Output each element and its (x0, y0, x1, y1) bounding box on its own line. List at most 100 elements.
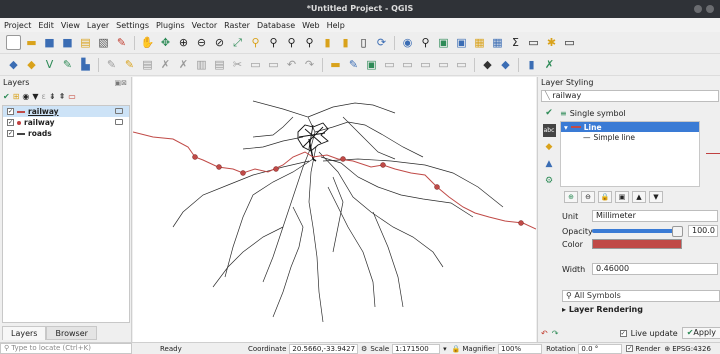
symbology-tab-icon[interactable]: ✔ (543, 107, 556, 120)
undo-icon[interactable]: ↶ (284, 57, 299, 72)
dock-float-icon[interactable]: ▣⊠ (115, 77, 127, 89)
map-tips-icon[interactable]: ✱ (544, 35, 559, 50)
style-manager-icon[interactable]: ✎ (114, 35, 129, 50)
menu-project[interactable]: Project (4, 21, 31, 30)
new-project-icon[interactable] (6, 35, 21, 50)
tab-browser[interactable]: Browser (46, 326, 97, 340)
opacity-slider[interactable] (592, 226, 683, 237)
menu-help[interactable]: Help (327, 21, 345, 30)
duplicate-layer-icon[interactable]: ▣ (615, 191, 629, 203)
measure-icon[interactable]: ▭ (526, 35, 541, 50)
change-label-icon[interactable]: ▭ (454, 57, 469, 72)
render-checkbox[interactable]: ✓ (626, 345, 634, 352)
manage-themes-icon[interactable]: ◉ (22, 92, 29, 101)
layer-labeling-icon[interactable]: ✎ (346, 57, 361, 72)
zoom-last-icon[interactable]: ⚲ (302, 35, 317, 50)
zoom-out-icon[interactable]: ⊖ (194, 35, 209, 50)
grass-tools-icon[interactable]: ✗ (542, 57, 557, 72)
plugin-icon[interactable]: ◆ (480, 57, 495, 72)
symbol-search-input[interactable]: ⚲ All Symbols (562, 290, 720, 302)
zoom-rubberband-icon[interactable]: ⊘ (212, 35, 227, 50)
add-postgis-icon[interactable]: ▙ (78, 57, 93, 72)
width-spinbox[interactable]: 0.46000 (592, 263, 718, 275)
layer-diagram-icon[interactable]: ▣ (364, 57, 379, 72)
remove-layer-icon[interactable]: ▭ (68, 92, 76, 101)
layer-selector[interactable]: ╲ railway (541, 90, 719, 102)
new-3d-view-icon[interactable]: ▯ (356, 35, 371, 50)
rotation-field[interactable]: 0.0 ° (578, 343, 623, 354)
layout-manager-icon[interactable]: ▧ (96, 35, 111, 50)
menu-settings[interactable]: Settings (116, 21, 149, 30)
map-rendering[interactable] (132, 77, 537, 342)
layer-visibility-checkbox[interactable]: ✓ (7, 119, 14, 126)
magnifier-field[interactable]: 100% (498, 343, 543, 354)
layer-notes-icon[interactable] (115, 119, 123, 125)
style-panel-icon[interactable]: ✔ (3, 92, 10, 101)
menu-database[interactable]: Database (257, 21, 295, 30)
layer-item-roads[interactable]: ✓ roads (3, 128, 129, 139)
move-up-icon[interactable]: ▲ (632, 191, 646, 203)
python-console-icon[interactable]: ◆ (498, 57, 513, 72)
layer-item-railway-line[interactable]: ✓ railway (3, 106, 129, 117)
add-raster-icon[interactable]: ✎ (60, 57, 75, 72)
menu-web[interactable]: Web (302, 21, 319, 30)
scale-dropdown-icon[interactable]: ▾ (443, 345, 447, 353)
history-tab-icon[interactable]: ⚙ (543, 175, 556, 188)
pan-to-selection-icon[interactable]: ✥ (158, 35, 173, 50)
add-vector-icon[interactable]: V (42, 57, 57, 72)
deselect-icon[interactable]: ▣ (454, 35, 469, 50)
cut-features-icon[interactable]: ✂ (230, 57, 245, 72)
close-button[interactable] (706, 5, 714, 13)
apply-button[interactable]: ✔Apply (681, 327, 720, 339)
layer-rendering-section[interactable]: ▸ Layer Rendering (562, 305, 643, 314)
redo-icon[interactable]: ↷ (302, 57, 317, 72)
renderer-selector[interactable]: ≡ Single symbol (560, 107, 720, 119)
opacity-spinbox[interactable]: 100.0 (688, 225, 718, 237)
select-by-value-icon[interactable]: ▣ (436, 35, 451, 50)
expand-all-icon[interactable]: ⇟ (49, 92, 56, 101)
menu-layer[interactable]: Layer (87, 21, 109, 30)
annotation-icon[interactable]: ▭ (562, 35, 577, 50)
select-features-icon[interactable]: ⚲ (418, 35, 433, 50)
menu-view[interactable]: View (61, 21, 80, 30)
layer-visibility-checkbox[interactable]: ✓ (7, 108, 14, 115)
minimize-button[interactable] (694, 5, 702, 13)
fields-tab-icon[interactable]: ▲ (543, 158, 556, 171)
unit-select[interactable]: Millimeter (592, 210, 718, 222)
save-project-icon[interactable]: ■ (42, 35, 57, 50)
identify-icon[interactable]: ◉ (400, 35, 415, 50)
pin-labels-icon[interactable]: ▭ (382, 57, 397, 72)
rotate-label-icon[interactable]: ▭ (436, 57, 451, 72)
menu-raster[interactable]: Raster (224, 21, 250, 30)
label-icon[interactable]: ▬ (328, 57, 343, 72)
crs-button[interactable]: EPSG:4326 (672, 345, 711, 353)
symbol-tree-child[interactable]: — Simple line (561, 132, 699, 142)
statistics-icon[interactable]: Σ (508, 35, 523, 50)
layer-item-railway-points[interactable]: ✓ railway (3, 117, 129, 128)
lock-scale-icon[interactable]: 🔒 (452, 345, 461, 353)
menu-vector[interactable]: Vector (192, 21, 218, 30)
pan-icon[interactable]: ✋ (140, 35, 155, 50)
symbol-tree-root[interactable]: ▾ Line (561, 122, 699, 132)
collapse-all-icon[interactable]: ⇞ (59, 92, 66, 101)
add-layer-icon[interactable]: ◆ (24, 57, 39, 72)
new-map-view-icon[interactable]: ▮ (338, 35, 353, 50)
modify-attributes-icon[interactable]: ▥ (194, 57, 209, 72)
copy-features-icon[interactable]: ▭ (248, 57, 263, 72)
live-update-checkbox[interactable]: ✓ (619, 329, 627, 337)
attribute-table-icon[interactable]: ▦ (472, 35, 487, 50)
zoom-native-icon[interactable]: ⚲ (284, 35, 299, 50)
layer-visibility-checkbox[interactable]: ✓ (7, 130, 14, 137)
save-edits-icon[interactable]: ▤ (140, 57, 155, 72)
redo-style-icon[interactable]: ↷ (552, 329, 559, 338)
remove-symbol-layer-icon[interactable]: ⊖ (581, 191, 595, 203)
refresh-icon[interactable]: ⟳ (374, 35, 389, 50)
add-symbol-layer-icon[interactable]: ⊕ (564, 191, 578, 203)
layer-notes-icon[interactable] (115, 108, 123, 114)
zoom-full-icon[interactable]: ⤢ (230, 35, 245, 50)
move-down-icon[interactable]: ▼ (649, 191, 663, 203)
diagrams-tab-icon[interactable]: ◆ (543, 141, 556, 154)
undo-style-icon[interactable]: ↶ (541, 329, 548, 338)
zoom-layer-icon[interactable]: ⚲ (266, 35, 281, 50)
current-edits-icon[interactable]: ✎ (104, 57, 119, 72)
